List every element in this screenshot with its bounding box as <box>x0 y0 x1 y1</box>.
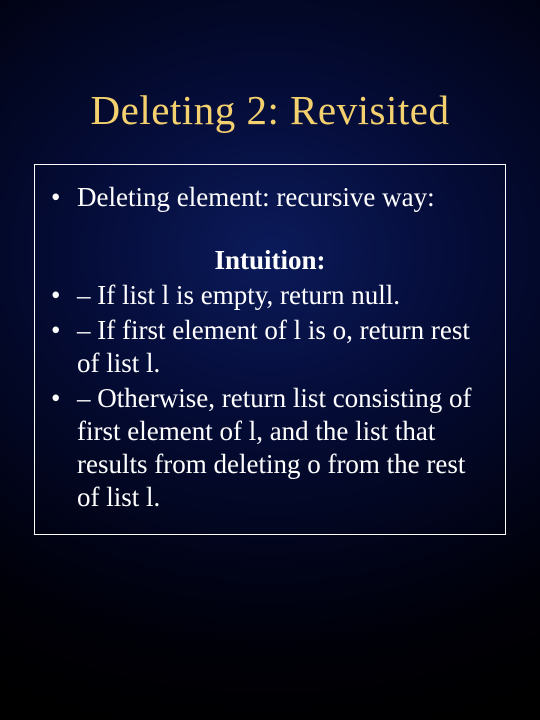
bullet-row: • – Otherwise, return list consisting of… <box>49 382 491 514</box>
bullet-row: • – If list l is empty, return null. <box>49 279 491 312</box>
bullet-marker: • <box>49 314 77 347</box>
bullet-marker: • <box>49 181 77 214</box>
slide-title: Deleting 2: Revisited <box>0 0 540 164</box>
bullet-row-top: • Deleting element: recursive way: <box>49 181 491 214</box>
intuition-heading: Intuition: <box>49 244 491 277</box>
bullet-text: – If list l is empty, return null. <box>77 279 491 312</box>
slide: Deleting 2: Revisited • Deleting element… <box>0 0 540 720</box>
bullet-marker: • <box>49 279 77 312</box>
bullet-text: – If first element of l is o, return res… <box>77 314 491 380</box>
bullet-marker: • <box>49 382 77 415</box>
bullet-text: – Otherwise, return list consisting of f… <box>77 382 491 514</box>
bullet-row: • – If first element of l is o, return r… <box>49 314 491 380</box>
bullet-text: Deleting element: recursive way: <box>77 181 491 214</box>
content-box: • Deleting element: recursive way: Intui… <box>34 164 506 535</box>
